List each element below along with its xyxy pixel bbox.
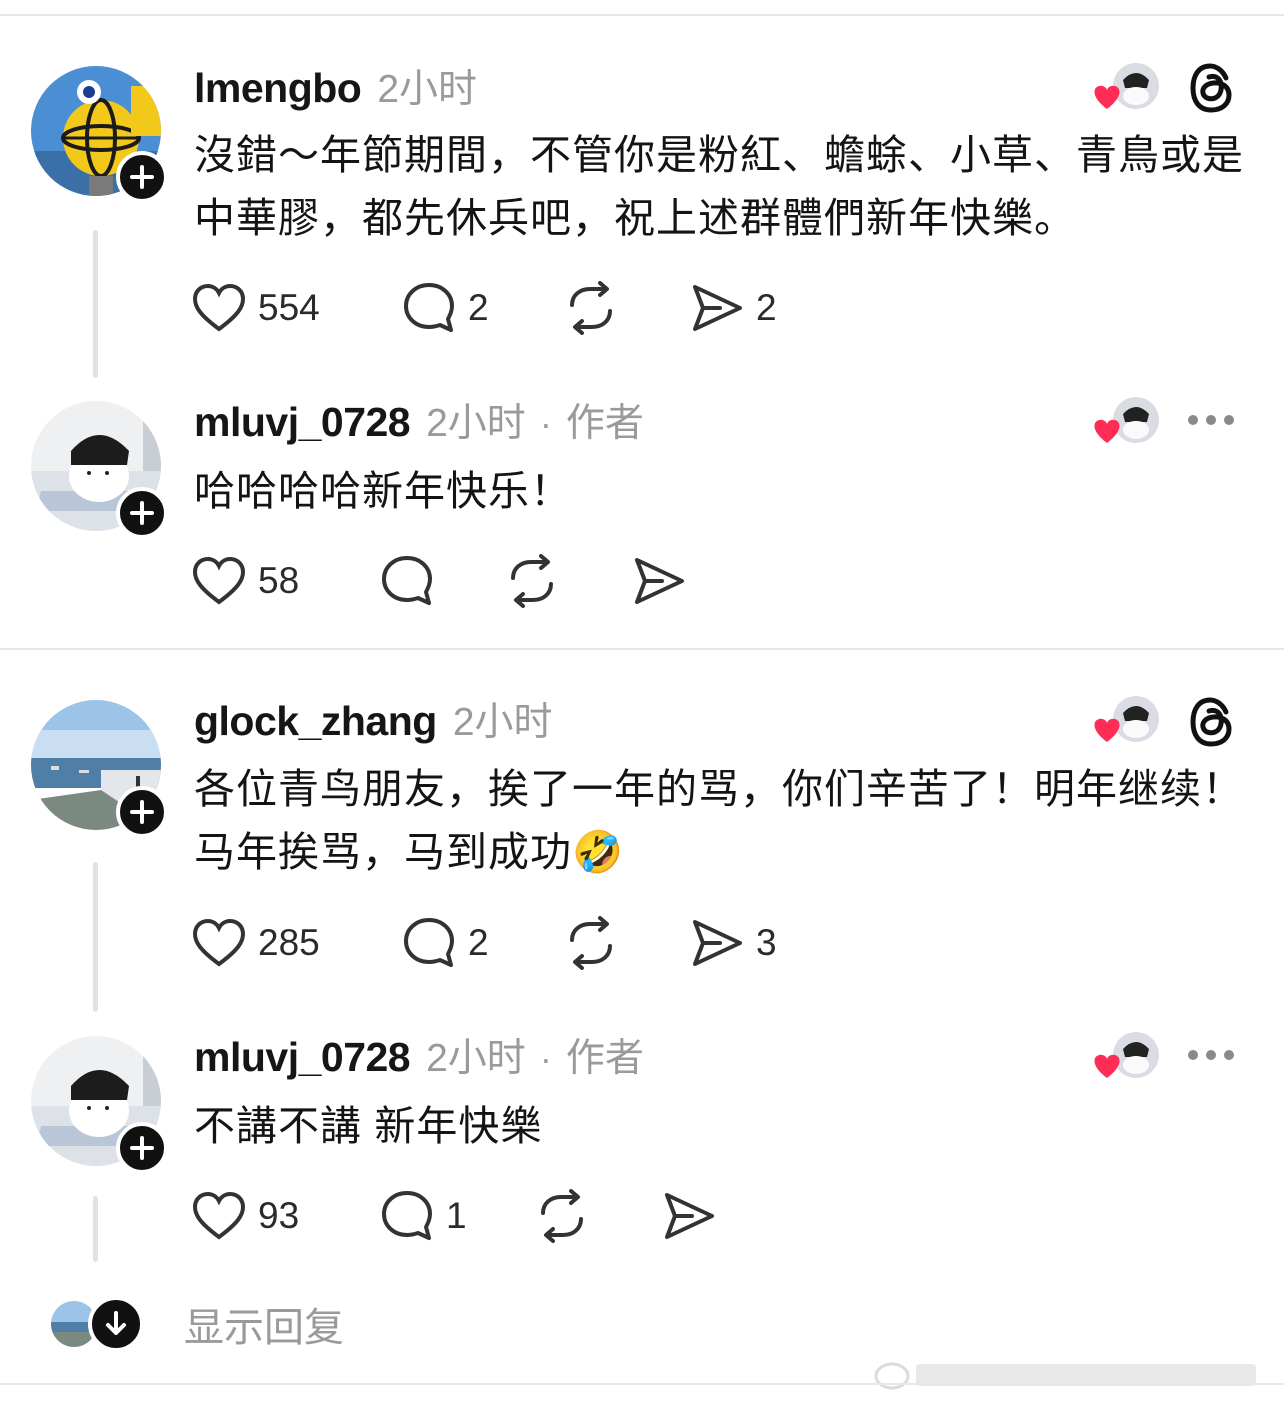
heart-icon xyxy=(192,556,246,605)
send-icon xyxy=(693,920,742,966)
author-tag: 作者 xyxy=(565,402,644,445)
send-icon xyxy=(635,558,684,604)
thread-connector xyxy=(93,862,98,1012)
plus-icon xyxy=(130,501,154,525)
timestamp: 2小时 xyxy=(426,1037,526,1080)
reply-button[interactable]: 2 xyxy=(402,280,489,336)
more-icon[interactable] xyxy=(1188,1050,1234,1060)
liked-by-author-badge xyxy=(1090,60,1164,114)
post-text: 各位青鸟朋友，挨了一年的骂，你们辛苦了！明年继续！马年挨骂，马到成功🤣 xyxy=(194,766,1244,875)
show-replies-label: 显示回复 xyxy=(184,1306,344,1350)
reply-avatar-stack xyxy=(50,1296,144,1352)
thread-connector xyxy=(93,1196,98,1262)
share-button[interactable]: 2 xyxy=(690,280,777,336)
repost-button[interactable] xyxy=(505,553,559,609)
plus-icon xyxy=(130,165,154,189)
follow-plus-button[interactable] xyxy=(116,487,168,539)
comment-icon xyxy=(382,1191,432,1240)
follow-plus-button[interactable] xyxy=(116,1122,168,1174)
arrow-down-icon xyxy=(106,1311,126,1335)
share-count: 3 xyxy=(756,922,777,963)
top-divider xyxy=(0,14,1284,16)
reply-count: 1 xyxy=(446,1195,467,1236)
post-header: glock_zhang 2小时 xyxy=(194,691,553,751)
username[interactable]: lmengbo xyxy=(194,65,362,112)
more-icon[interactable] xyxy=(1188,415,1234,425)
reply-button[interactable]: 1 xyxy=(380,1188,467,1244)
like-button[interactable]: 554 xyxy=(192,280,320,336)
post-header: mluvj_0728 2小时 · 作者 xyxy=(194,392,644,452)
threads-logo-icon[interactable] xyxy=(1188,62,1236,119)
threads-logo-icon[interactable] xyxy=(1188,696,1236,753)
send-icon xyxy=(693,285,742,331)
like-count: 58 xyxy=(258,560,300,601)
username[interactable]: glock_zhang xyxy=(194,698,437,745)
liked-by-author-badge xyxy=(1090,394,1164,448)
like-count: 93 xyxy=(258,1195,300,1236)
like-count: 554 xyxy=(258,287,320,328)
repost-button[interactable] xyxy=(535,1188,589,1244)
repost-button[interactable] xyxy=(564,915,618,971)
timestamp: 2小时 xyxy=(377,68,478,111)
author-tag: 作者 xyxy=(565,1037,644,1080)
heart-icon xyxy=(192,918,246,967)
separator-dot: · xyxy=(539,1038,552,1079)
post-header: mluvj_0728 2小时 · 作者 xyxy=(194,1027,644,1087)
share-button[interactable] xyxy=(632,553,686,609)
follow-plus-button[interactable] xyxy=(116,151,168,203)
username[interactable]: mluvj_0728 xyxy=(194,399,411,446)
plus-icon xyxy=(130,1136,154,1160)
heart-icon xyxy=(192,1191,246,1240)
reply-count: 2 xyxy=(468,922,489,963)
reply-count: 2 xyxy=(468,287,489,328)
comment-icon xyxy=(404,918,454,967)
thread-connector xyxy=(93,230,98,378)
repost-icon xyxy=(511,554,553,608)
liked-by-author-badge xyxy=(1090,693,1164,747)
heart-icon xyxy=(192,283,246,332)
share-button[interactable]: 3 xyxy=(690,915,777,971)
liked-by-author-badge xyxy=(1090,1029,1164,1083)
reply-button[interactable] xyxy=(380,553,434,609)
like-button[interactable]: 285 xyxy=(192,915,320,971)
reply-button[interactable]: 2 xyxy=(402,915,489,971)
repost-icon xyxy=(570,281,612,335)
comment-icon xyxy=(404,283,454,332)
bottom-divider xyxy=(0,1383,1284,1385)
show-replies-button[interactable]: 显示回复 xyxy=(50,1296,344,1352)
like-count: 285 xyxy=(258,922,320,963)
timestamp: 2小时 xyxy=(452,701,553,744)
send-icon xyxy=(665,1193,714,1239)
like-button[interactable]: 93 xyxy=(192,1188,299,1244)
post-text: 不講不講 新年快樂 xyxy=(194,1103,543,1149)
share-count: 2 xyxy=(756,287,777,328)
timestamp: 2小时 xyxy=(426,402,526,445)
share-button[interactable] xyxy=(662,1188,716,1244)
follow-plus-button[interactable] xyxy=(116,786,168,838)
post-header: lmengbo 2小时 xyxy=(194,58,477,118)
username[interactable]: mluvj_0728 xyxy=(194,1034,411,1081)
comment-icon xyxy=(382,556,432,605)
like-button[interactable]: 58 xyxy=(192,553,299,609)
repost-button[interactable] xyxy=(564,280,618,336)
plus-icon xyxy=(130,800,154,824)
repost-icon xyxy=(541,1189,583,1243)
separator-dot: · xyxy=(539,403,552,444)
arrow-down-badge xyxy=(88,1296,144,1352)
section-divider xyxy=(0,648,1284,650)
post-text: 沒錯～年節期間，不管你是粉紅、蟾蜍、小草、青鳥或是中華膠，都先休兵吧，祝上述群體… xyxy=(194,132,1244,241)
post-text: 哈哈哈哈新年快乐！ xyxy=(194,468,572,514)
watermark-logo xyxy=(872,1354,1272,1394)
repost-icon xyxy=(570,916,612,970)
